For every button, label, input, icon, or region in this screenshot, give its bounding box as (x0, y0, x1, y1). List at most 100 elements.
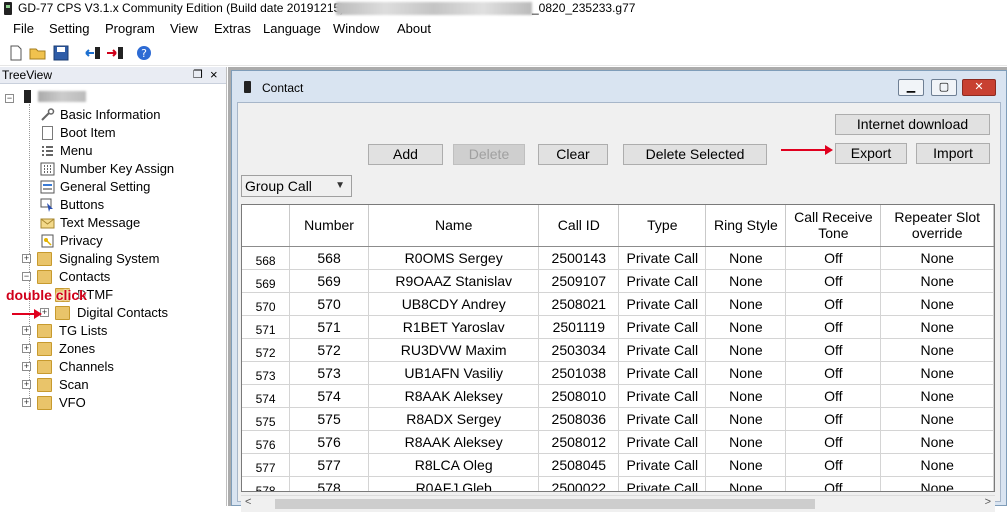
cell-call-id[interactable]: 2508010 (538, 384, 620, 408)
cell-type[interactable]: Private Call (618, 476, 707, 491)
expand-toggle[interactable]: + (22, 344, 31, 353)
cell-tone[interactable]: Off (785, 430, 882, 454)
menu-language[interactable]: Language (263, 21, 321, 36)
table-row[interactable]: 573 573 UB1AFN Vasiliy 2501038 Private Call N… (242, 361, 994, 385)
cell-call-id[interactable]: 2508012 (538, 430, 620, 454)
cell-ring[interactable]: None (705, 407, 787, 431)
row-header-cell[interactable]: 569 (242, 269, 291, 293)
expand-toggle[interactable]: + (22, 380, 31, 389)
import-button[interactable]: Import (916, 143, 990, 164)
column-header-call-id[interactable]: Call ID (538, 205, 620, 247)
cell-name[interactable]: R8AAK Aleksey (368, 384, 540, 408)
cell-tone[interactable]: Off (785, 453, 882, 477)
table-row[interactable]: 570 570 UB8CDY Andrey 2508021 Private Call No… (242, 292, 994, 316)
clear-button[interactable]: Clear (538, 144, 608, 165)
cell-name[interactable]: R0AFJ Gleb (368, 476, 540, 491)
help-icon[interactable]: ? (135, 44, 153, 62)
menu-file[interactable]: File (13, 21, 34, 36)
cell-call-id[interactable]: 2501119 (538, 315, 620, 339)
cell-type[interactable]: Private Call (618, 338, 707, 362)
cell-name[interactable]: UB1AFN Vasiliy (368, 361, 540, 385)
column-header-repeater-slot-override[interactable]: Repeater Slot override (880, 205, 994, 247)
scroll-right-icon[interactable]: > (985, 496, 991, 508)
cell-tone[interactable]: Off (785, 269, 882, 293)
row-header-cell[interactable]: 573 (242, 361, 291, 385)
cell-ring[interactable]: None (705, 246, 787, 270)
cell-type[interactable]: Private Call (618, 292, 707, 316)
menu-setting[interactable]: Setting (49, 21, 89, 36)
cell-call-id[interactable]: 2503034 (538, 338, 620, 362)
internet-download-button[interactable]: Internet download (835, 114, 990, 135)
cell-number[interactable]: 574 (289, 384, 369, 408)
table-row[interactable]: 572 572 RU3DVW Maxim 2503034 Private Call Non… (242, 338, 994, 362)
close-window-button[interactable]: ✕ (962, 79, 996, 96)
close-icon[interactable]: × (210, 67, 218, 82)
cell-ring[interactable]: None (705, 453, 787, 477)
cell-tone[interactable]: Off (785, 338, 882, 362)
cell-slot[interactable]: None (880, 407, 994, 431)
expand-toggle[interactable]: + (22, 326, 31, 335)
cell-ring[interactable]: None (705, 315, 787, 339)
row-header-cell[interactable]: 576 (242, 430, 291, 454)
row-header-cell[interactable]: 572 (242, 338, 291, 362)
cell-name[interactable]: R8AAK Aleksey (368, 430, 540, 454)
cell-slot[interactable]: None (880, 338, 994, 362)
cell-name[interactable]: R9OAAZ Stanislav (368, 269, 540, 293)
cell-type[interactable]: Private Call (618, 269, 707, 293)
save-icon[interactable] (52, 44, 70, 62)
cell-type[interactable]: Private Call (618, 315, 707, 339)
menu-window[interactable]: Window (333, 21, 379, 36)
cell-slot[interactable]: None (880, 453, 994, 477)
cell-name[interactable]: UB8CDY Andrey (368, 292, 540, 316)
cell-type[interactable]: Private Call (618, 407, 707, 431)
horizontal-scrollbar[interactable]: < > (241, 495, 995, 512)
cell-slot[interactable]: None (880, 476, 994, 491)
column-header-call-receive-tone[interactable]: Call Receive Tone (785, 205, 882, 247)
delete-button[interactable]: Delete (453, 144, 525, 165)
cell-slot[interactable]: None (880, 292, 994, 316)
table-row[interactable]: 576 576 R8AAK Aleksey 2508012 Private Call No… (242, 430, 994, 454)
column-header-number[interactable]: Number (289, 205, 369, 247)
collapse-toggle[interactable]: − (5, 94, 14, 103)
cell-number[interactable]: 577 (289, 453, 369, 477)
menu-extras[interactable]: Extras (214, 21, 251, 36)
cell-type[interactable]: Private Call (618, 430, 707, 454)
column-header-type[interactable]: Type (618, 205, 707, 247)
cell-tone[interactable]: Off (785, 384, 882, 408)
cell-number[interactable]: 572 (289, 338, 369, 362)
table-row[interactable]: 569 569 R9OAAZ Stanislav 2509107 Private Cal… (242, 269, 994, 293)
row-header-cell[interactable]: 575 (242, 407, 291, 431)
cell-slot[interactable]: None (880, 315, 994, 339)
cell-type[interactable]: Private Call (618, 361, 707, 385)
cell-tone[interactable]: Off (785, 315, 882, 339)
call-type-select[interactable]: Group Call ▼ (241, 175, 352, 197)
cell-call-id[interactable]: 2508021 (538, 292, 620, 316)
read-from-radio-icon[interactable] (84, 44, 102, 62)
cell-name[interactable]: R8LCA Oleg (368, 453, 540, 477)
add-button[interactable]: Add (368, 144, 443, 165)
cell-ring[interactable]: None (705, 269, 787, 293)
column-header-name[interactable]: Name (368, 205, 540, 247)
export-button[interactable]: Export (835, 143, 907, 164)
cell-name[interactable]: R0OMS Sergey (368, 246, 540, 270)
row-header-cell[interactable]: 568 (242, 246, 291, 270)
cell-tone[interactable]: Off (785, 246, 882, 270)
cell-number[interactable]: 573 (289, 361, 369, 385)
cell-number[interactable]: 578 (289, 476, 369, 491)
row-header-cell[interactable]: 570 (242, 292, 291, 316)
cell-number[interactable]: 570 (289, 292, 369, 316)
cell-call-id[interactable]: 2508045 (538, 453, 620, 477)
cell-tone[interactable]: Off (785, 292, 882, 316)
expand-toggle[interactable]: + (22, 362, 31, 371)
cell-call-id[interactable]: 2509107 (538, 269, 620, 293)
cell-slot[interactable]: None (880, 384, 994, 408)
expand-toggle[interactable]: + (22, 398, 31, 407)
cell-call-id[interactable]: 2501038 (538, 361, 620, 385)
table-row[interactable]: 568 568 R0OMS Sergey 2500143 Private Call Non… (242, 246, 994, 270)
table-row[interactable]: 577 577 R8LCA Oleg 2508045 Private Call None O… (242, 453, 994, 477)
cell-ring[interactable]: None (705, 338, 787, 362)
cell-number[interactable]: 568 (289, 246, 369, 270)
cell-type[interactable]: Private Call (618, 246, 707, 270)
new-file-icon[interactable] (7, 44, 25, 62)
row-header-cell[interactable]: 571 (242, 315, 291, 339)
